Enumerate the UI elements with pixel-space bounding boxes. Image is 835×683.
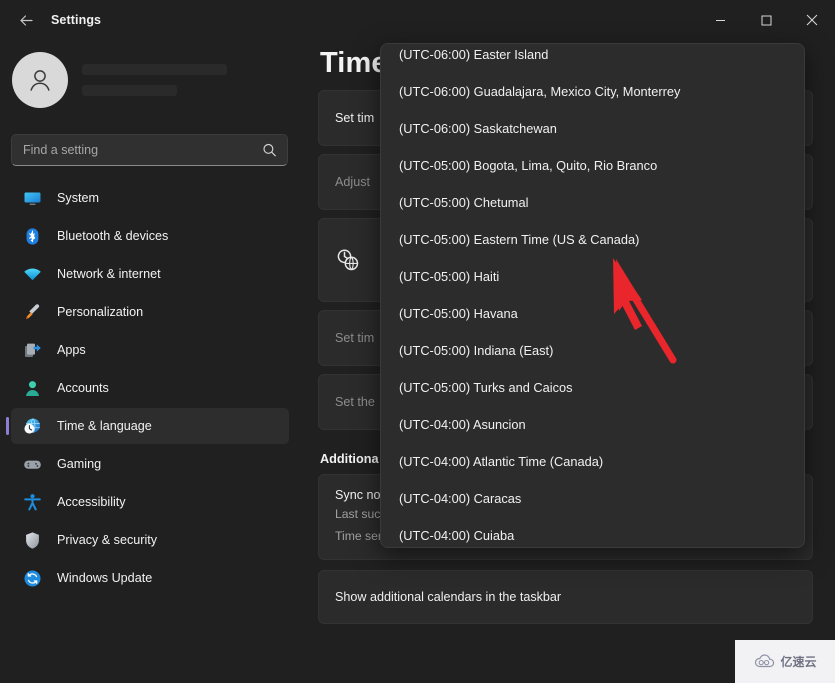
close-icon [806, 14, 818, 26]
person-icon [30, 70, 50, 91]
window-title: Settings [51, 13, 102, 27]
timezone-dropdown[interactable]: (UTC-06:00) Easter Island (UTC-06:00) Gua… [380, 43, 805, 548]
gamepad-icon [22, 454, 42, 474]
sidebar-item-network-internet[interactable]: Network & internet [11, 256, 289, 292]
timezone-option[interactable]: (UTC-05:00) Chetumal [381, 184, 804, 221]
timezone-list[interactable]: (UTC-06:00) Easter Island (UTC-06:00) Gua… [381, 44, 804, 547]
sidebar-nav: System Bluetooth & devices Network & int… [0, 180, 300, 596]
timezone-option[interactable]: (UTC-04:00) Atlantic Time (Canada) [381, 443, 804, 480]
sidebar-item-accessibility[interactable]: Accessibility [11, 484, 289, 520]
sidebar-item-bluetooth-devices[interactable]: Bluetooth & devices [11, 218, 289, 254]
sidebar-item-label: Bluetooth & devices [57, 229, 169, 243]
sidebar-item-personalization[interactable]: Personalization [11, 294, 289, 330]
sidebar-item-label: Network & internet [57, 267, 161, 281]
sidebar-item-time-language[interactable]: Time & language [6, 408, 289, 444]
close-button[interactable] [789, 0, 835, 40]
shield-icon [22, 530, 42, 550]
window-controls [697, 0, 835, 40]
account-name-placeholder [82, 64, 227, 75]
card-title: Adjust [335, 175, 371, 189]
sidebar-item-windows-update[interactable]: Windows Update [11, 560, 289, 596]
settings-window: Settings Find a setting System Bluetooth… [0, 0, 835, 683]
watermark: 亿速云 [735, 640, 835, 683]
card-title: Set the [335, 395, 375, 409]
timezone-option[interactable]: (UTC-06:00) Guadalajara, Mexico City, Mo… [381, 73, 804, 110]
search-icon[interactable] [262, 143, 277, 158]
avatar [12, 52, 68, 108]
sidebar-item-label: Privacy & security [57, 533, 158, 547]
search-input[interactable] [12, 143, 287, 157]
sidebar-item-gaming[interactable]: Gaming [11, 446, 289, 482]
bluetooth-icon [22, 226, 42, 246]
timezone-option[interactable]: (UTC-05:00) Indiana (East) [381, 332, 804, 369]
card-title: Show additional calendars in the taskbar [335, 590, 562, 605]
timezone-option[interactable]: (UTC-04:00) Cuiaba [381, 517, 804, 547]
timezone-option[interactable]: (UTC-05:00) Eastern Time (US & Canada) [381, 221, 804, 258]
timezone-option[interactable]: (UTC-05:00) Turks and Caicos [381, 369, 804, 406]
timezone-option[interactable]: (UTC-04:00) Caracas [381, 480, 804, 517]
clock-globe-icon [335, 247, 361, 273]
sidebar-item-label: System [57, 191, 99, 205]
accessibility-icon [22, 492, 42, 512]
sidebar-item-privacy-security[interactable]: Privacy & security [11, 522, 289, 558]
sidebar-item-label: Apps [57, 343, 86, 357]
timezone-option[interactable]: (UTC-04:00) Asuncion [381, 406, 804, 443]
update-icon [22, 568, 42, 588]
timezone-option[interactable]: (UTC-05:00) Haiti [381, 258, 804, 295]
sidebar-item-label: Accessibility [57, 495, 126, 509]
maximize-icon [761, 15, 771, 25]
search-box[interactable] [11, 134, 288, 166]
back-arrow-icon [19, 14, 33, 26]
sidebar-item-label: Windows Update [57, 571, 153, 585]
minimize-button[interactable] [697, 0, 743, 40]
account-icon [22, 378, 42, 398]
sidebar: System Bluetooth & devices [0, 40, 300, 683]
card-title: Set tim [335, 111, 375, 125]
apps-icon [22, 340, 42, 360]
timezone-option[interactable]: (UTC-06:00) Saskatchewan [381, 110, 804, 147]
settings-card-additional-calendars[interactable]: Show additional calendars in the taskbar [318, 570, 813, 625]
title-bar: Settings [0, 0, 835, 40]
sidebar-item-accounts[interactable]: Accounts [11, 370, 289, 406]
timezone-option[interactable]: (UTC-06:00) Easter Island [381, 44, 804, 73]
account-email-placeholder [82, 85, 177, 96]
sidebar-item-label: Personalization [57, 305, 144, 319]
sidebar-item-label: Gaming [57, 457, 102, 471]
watermark-text: 亿速云 [780, 655, 817, 669]
wifi-icon [22, 264, 42, 284]
maximize-button[interactable] [743, 0, 789, 40]
cloud-logo-icon [753, 653, 777, 670]
back-button[interactable] [6, 4, 46, 36]
timezone-option[interactable]: (UTC-05:00) Bogota, Lima, Quito, Rio Bra… [381, 147, 804, 184]
sidebar-item-label: Time & language [57, 419, 152, 433]
card-title: Set tim [335, 331, 375, 345]
sidebar-item-system[interactable]: System [11, 180, 289, 216]
display-icon [22, 188, 42, 208]
minimize-icon [715, 19, 725, 21]
paintbrush-icon [22, 302, 42, 322]
account-placeholder-lines [82, 64, 227, 96]
clock-globe-icon [22, 416, 42, 436]
sidebar-item-apps[interactable]: Apps [11, 332, 289, 368]
account-block[interactable] [12, 52, 300, 108]
timezone-option[interactable]: (UTC-05:00) Havana [381, 295, 804, 332]
sidebar-item-label: Accounts [57, 381, 109, 395]
